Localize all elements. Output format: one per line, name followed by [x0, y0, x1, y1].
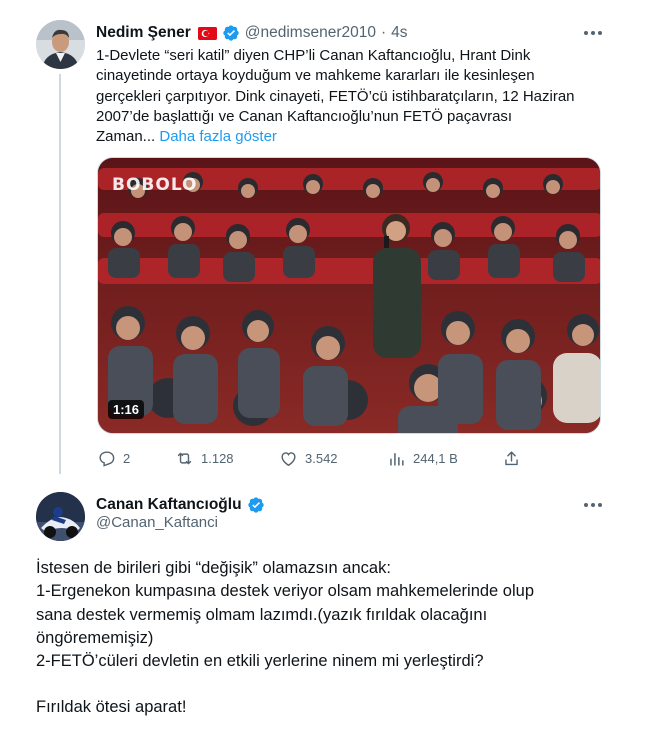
avatar-image	[36, 20, 85, 69]
avatar[interactable]	[36, 492, 85, 541]
tweet-text-line: cinayetinde ortaya koyduğum ve mahkeme k…	[96, 67, 535, 85]
reply-icon	[99, 450, 115, 467]
tweet-nedim-sener[interactable]: Nedim Şener @nedimsener2010 · 4s 1-Devle…	[0, 0, 647, 480]
like-icon	[281, 451, 296, 466]
retweet-count: 1.128	[201, 450, 234, 466]
author-handle[interactable]: @Canan_Kaftanci	[96, 514, 218, 531]
share-button[interactable]	[502, 446, 521, 470]
author-name[interactable]: Canan Kaftancıoğlu	[96, 496, 242, 514]
timestamp[interactable]: 4s	[391, 24, 407, 42]
view-count: 244,1 B	[413, 450, 458, 466]
share-icon	[505, 450, 518, 465]
tweet-header: Canan Kaftancıoğlu	[96, 494, 265, 516]
views-icon	[390, 452, 404, 466]
avatar[interactable]	[36, 20, 85, 69]
video-thumbnail	[98, 158, 600, 433]
reply-button[interactable]: 2	[97, 446, 130, 470]
turkey-flag-icon	[197, 26, 217, 40]
tweet-canan-kaftancioglu[interactable]: Canan Kaftancıoğlu @Canan_Kaftanci İstes…	[0, 480, 647, 732]
retweet-icon	[177, 452, 192, 464]
reply-count: 2	[123, 450, 131, 466]
tweet-text-line: 2-FETÖ’cüleri devletin en etkili yerleri…	[36, 652, 484, 671]
video-duration: 1:16	[108, 400, 145, 419]
verified-badge-icon[interactable]	[247, 496, 265, 514]
video-watermark: BOBOLO	[112, 175, 198, 195]
tweet-text-last: Zaman...	[96, 128, 156, 146]
tweet-closing-line: Fırıldak ötesi aparat!	[36, 698, 187, 717]
tweet-header: Nedim Şener @nedimsener2010 · 4s	[96, 22, 408, 44]
tweet-text-line: İstesen de birileri gibi “değişik” olama…	[36, 559, 391, 577]
tweet-text-line: Zaman... Daha fazla göster	[96, 127, 611, 147]
thread-connector	[59, 74, 61, 474]
like-button[interactable]: 3.542	[279, 446, 338, 470]
retweet-button[interactable]: 1.128	[175, 446, 234, 470]
tweet-text-line: 2007’de başlattığı ve Canan Kaftancıoğlu…	[96, 107, 513, 125]
avatar-image	[36, 492, 85, 541]
verified-badge-icon[interactable]	[222, 24, 240, 42]
more-icon[interactable]	[584, 498, 608, 512]
more-icon[interactable]	[584, 26, 608, 40]
author-name[interactable]: Nedim Şener	[96, 24, 191, 42]
tweet-text-line: 1-Ergenekon kumpasına destek veriyor ols…	[36, 582, 535, 601]
tweet-text: 1-Devlete “seri katil” diyen CHP’li Cana…	[96, 46, 611, 147]
separator-dot: ·	[380, 24, 387, 41]
tweet-text-line: gerçekleri çarpıtıyor. Dink cinayeti, FE…	[96, 87, 575, 105]
tweet-text-line: sana destek vermemiş olmam lazımdı.(yazı…	[36, 605, 488, 624]
author-handle[interactable]: @nedimsener2010	[245, 24, 376, 42]
tweet-text: İstesen de birileri gibi “değişik” olama…	[36, 557, 626, 720]
show-more-link[interactable]: Daha fazla göster	[159, 128, 277, 145]
tweet-text-line: 1-Devlete “seri katil” diyen CHP’li Cana…	[96, 47, 531, 64]
tweet-actions: 2 1.128 3.542 244,1 B	[97, 446, 518, 470]
tweet-text-line: öngörememişiz)	[36, 628, 154, 647]
views-button[interactable]: 244,1 B	[387, 446, 458, 470]
like-count: 3.542	[305, 450, 338, 466]
video-player[interactable]: BOBOLO 1:16	[97, 157, 601, 434]
